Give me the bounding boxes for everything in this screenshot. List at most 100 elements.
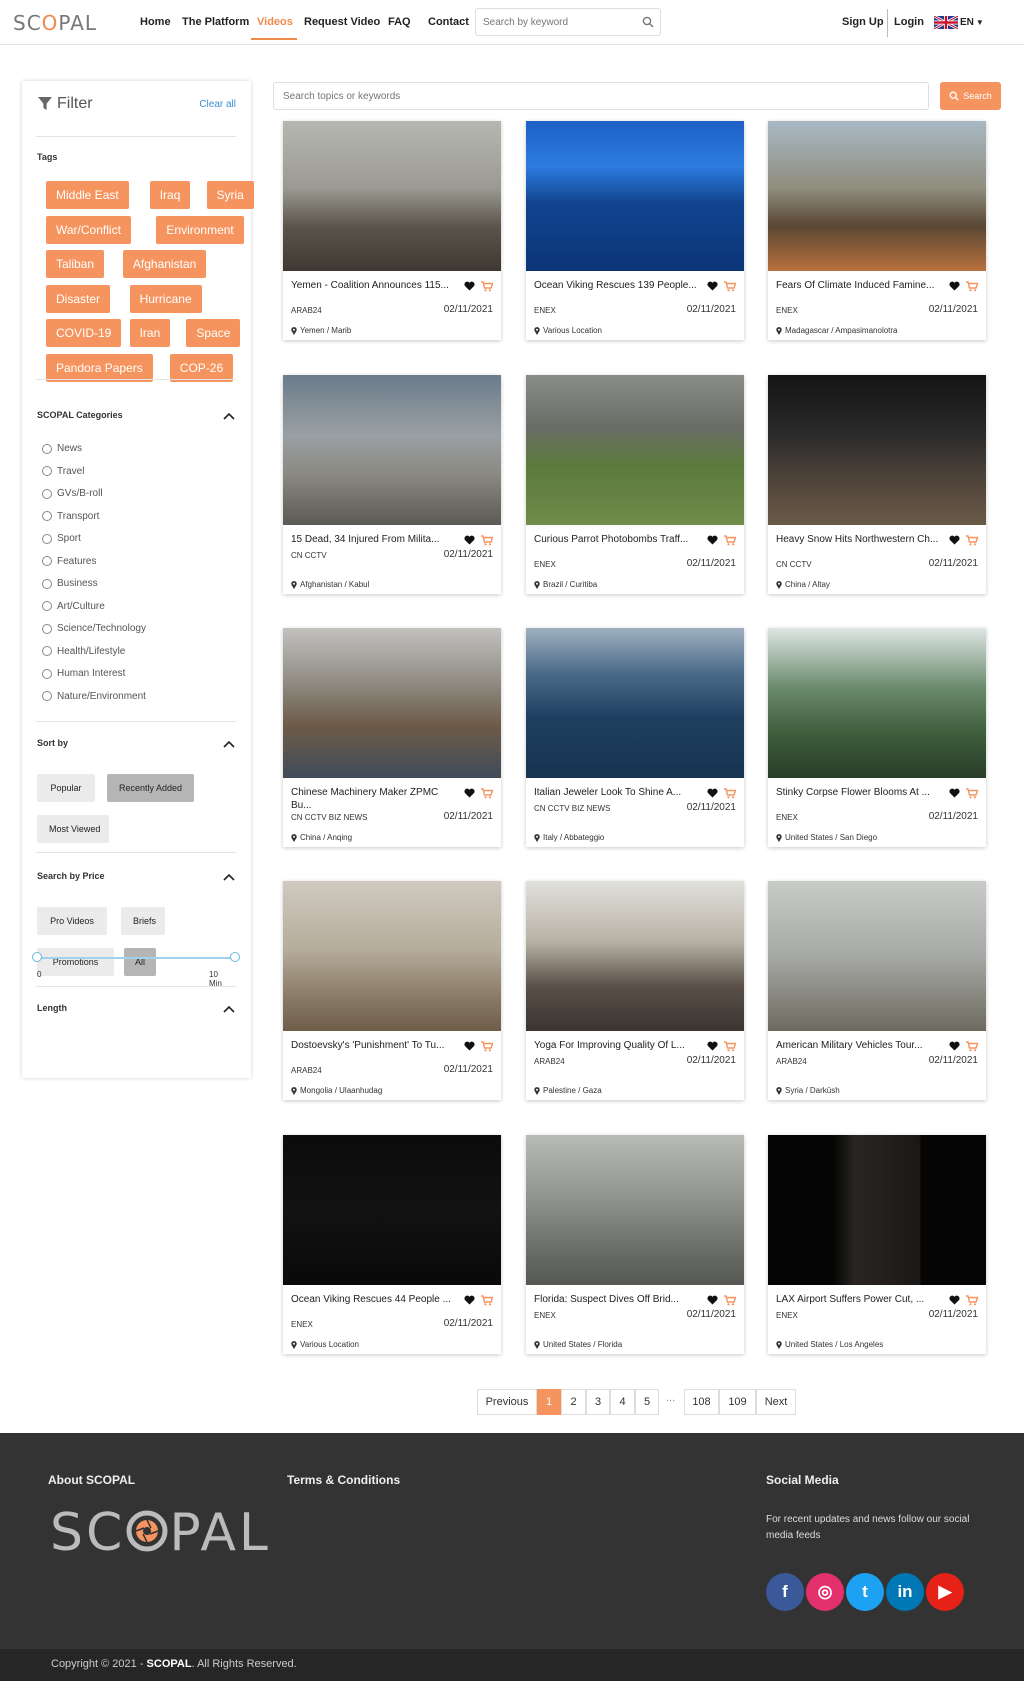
pagination-previous[interactable]: Previous (477, 1389, 537, 1415)
video-thumbnail[interactable] (768, 628, 986, 778)
cart-icon[interactable] (966, 1041, 978, 1052)
video-title[interactable]: Dostoevsky's 'Punishment' To Tu... (291, 1039, 456, 1052)
video-title[interactable]: Heavy Snow Hits Northwestern Ch... (776, 533, 941, 546)
radio-button[interactable] (42, 646, 52, 656)
length-slider-min-handle[interactable] (32, 952, 42, 962)
nav-home[interactable]: Home (140, 16, 171, 28)
tag-chip[interactable]: Afghanistan (122, 250, 207, 278)
pagination-page[interactable]: 109 (719, 1389, 756, 1415)
tag-chip[interactable]: War/Conflict (46, 215, 131, 244)
video-title[interactable]: 15 Dead, 34 Injured From Milita... (291, 533, 456, 546)
nav-faq[interactable]: FAQ (388, 16, 411, 28)
video-title[interactable]: Ocean Viking Rescues 44 People ... (291, 1293, 456, 1306)
category-option[interactable]: Science/Technology (42, 623, 146, 634)
cart-icon[interactable] (724, 788, 736, 799)
heart-icon[interactable] (949, 1295, 960, 1305)
video-card[interactable]: LAX Airport Suffers Power Cut, ... ENEX 02… (768, 1135, 986, 1354)
search-button[interactable]: Search (940, 82, 1001, 110)
cart-icon[interactable] (966, 535, 978, 546)
cart-icon[interactable] (966, 1295, 978, 1306)
video-thumbnail[interactable] (283, 375, 501, 525)
radio-button[interactable] (42, 443, 52, 454)
video-title[interactable]: Italian Jeweler Look To Shine A... (534, 786, 699, 799)
radio-button[interactable] (42, 511, 52, 521)
tag-chip[interactable]: Hurricane (129, 284, 202, 313)
video-thumbnail[interactable] (283, 1135, 501, 1285)
video-thumbnail[interactable] (283, 881, 501, 1031)
tag-chip[interactable]: Space (186, 319, 241, 347)
tag-chip[interactable]: Iran (129, 319, 171, 347)
pagination-page[interactable]: 4 (610, 1389, 635, 1415)
video-title[interactable]: American Military Vehicles Tour... (776, 1039, 941, 1052)
cart-icon[interactable] (724, 1295, 736, 1306)
video-title[interactable]: Chinese Machinery Maker ZPMC Bu... (291, 786, 456, 812)
radio-button[interactable] (42, 533, 52, 544)
main-search-input[interactable] (274, 83, 914, 109)
chevron-up-icon[interactable] (223, 412, 235, 420)
heart-icon[interactable] (464, 1041, 475, 1051)
signup-link[interactable]: Sign Up (842, 16, 884, 28)
video-title[interactable]: Fears Of Climate Induced Famine... (776, 279, 941, 292)
video-thumbnail[interactable] (283, 121, 501, 271)
video-title[interactable]: LAX Airport Suffers Power Cut, ... (776, 1293, 941, 1306)
video-card[interactable]: Ocean Viking Rescues 44 People ... ENEX 02… (283, 1135, 501, 1354)
category-option[interactable]: Health/Lifestyle (42, 646, 125, 657)
youtube-icon[interactable]: ▶ (926, 1573, 964, 1611)
tag-chip[interactable]: COP-26 (169, 353, 234, 382)
video-thumbnail[interactable] (526, 628, 744, 778)
category-option[interactable]: Sport (42, 533, 81, 544)
video-card[interactable]: Dostoevsky's 'Punishment' To Tu... ARAB24… (283, 881, 501, 1100)
tag-chip[interactable]: COVID-19 (46, 319, 122, 347)
twitter-icon[interactable]: t (846, 1573, 884, 1611)
heart-icon[interactable] (464, 788, 475, 798)
login-link[interactable]: Login (894, 16, 924, 28)
pagination-page[interactable]: 108 (684, 1389, 719, 1415)
category-option[interactable]: Travel (42, 466, 84, 477)
video-card[interactable]: Italian Jeweler Look To Shine A... CN CCT… (526, 628, 744, 847)
heart-icon[interactable] (707, 535, 718, 545)
price-pro-videos[interactable]: Pro Videos (37, 907, 107, 935)
radio-button[interactable] (42, 668, 52, 679)
instagram-icon[interactable]: ◎ (806, 1573, 844, 1611)
cart-icon[interactable] (966, 281, 978, 292)
pagination-page[interactable]: 2 (561, 1389, 586, 1415)
heart-icon[interactable] (707, 1295, 718, 1305)
heart-icon[interactable] (464, 535, 475, 545)
length-slider-max-handle[interactable] (230, 952, 240, 962)
category-option[interactable]: News (42, 443, 82, 454)
heart-icon[interactable] (949, 281, 960, 291)
video-thumbnail[interactable] (768, 881, 986, 1031)
pagination-next[interactable]: Next (756, 1389, 796, 1415)
chevron-up-icon[interactable] (223, 740, 235, 748)
clear-all-link[interactable]: Clear all (199, 99, 236, 110)
video-thumbnail[interactable] (526, 881, 744, 1031)
nav-the-platform[interactable]: The Platform (182, 16, 249, 28)
video-card[interactable]: Fears Of Climate Induced Famine... ENEX 02… (768, 121, 986, 340)
tag-chip[interactable]: Middle East (46, 181, 129, 209)
price-briefs[interactable]: Briefs (121, 907, 165, 935)
tag-chip[interactable]: Syria (206, 181, 254, 209)
video-card[interactable]: Curious Parrot Photobombs Traff... ENEX 02… (526, 375, 744, 594)
cart-icon[interactable] (724, 281, 736, 292)
video-card[interactable]: Florida: Suspect Dives Off Brid... ENEX 02… (526, 1135, 744, 1354)
price-all[interactable]: All (124, 948, 156, 976)
header-search-input[interactable] (476, 9, 626, 35)
heart-icon[interactable] (707, 281, 718, 291)
radio-button[interactable] (42, 623, 52, 634)
video-title[interactable]: Stinky Corpse Flower Blooms At ... (776, 786, 941, 799)
cart-icon[interactable] (481, 1041, 493, 1052)
video-thumbnail[interactable] (526, 1135, 744, 1285)
radio-button[interactable] (42, 601, 52, 611)
pagination-page[interactable]: 3 (586, 1389, 610, 1415)
cart-icon[interactable] (724, 535, 736, 546)
nav-request-video[interactable]: Request Video (304, 16, 380, 28)
tag-chip[interactable]: Taliban (46, 250, 105, 278)
video-card[interactable]: Chinese Machinery Maker ZPMC Bu... CN CCT… (283, 628, 501, 847)
video-title[interactable]: Curious Parrot Photobombs Traff... (534, 533, 699, 546)
heart-icon[interactable] (464, 1295, 475, 1305)
length-slider-track[interactable] (37, 957, 235, 959)
footer-terms-link[interactable]: Terms & Conditions (287, 1473, 400, 1487)
video-thumbnail[interactable] (768, 121, 986, 271)
video-title[interactable]: Florida: Suspect Dives Off Brid... (534, 1293, 699, 1306)
video-thumbnail[interactable] (768, 1135, 986, 1285)
